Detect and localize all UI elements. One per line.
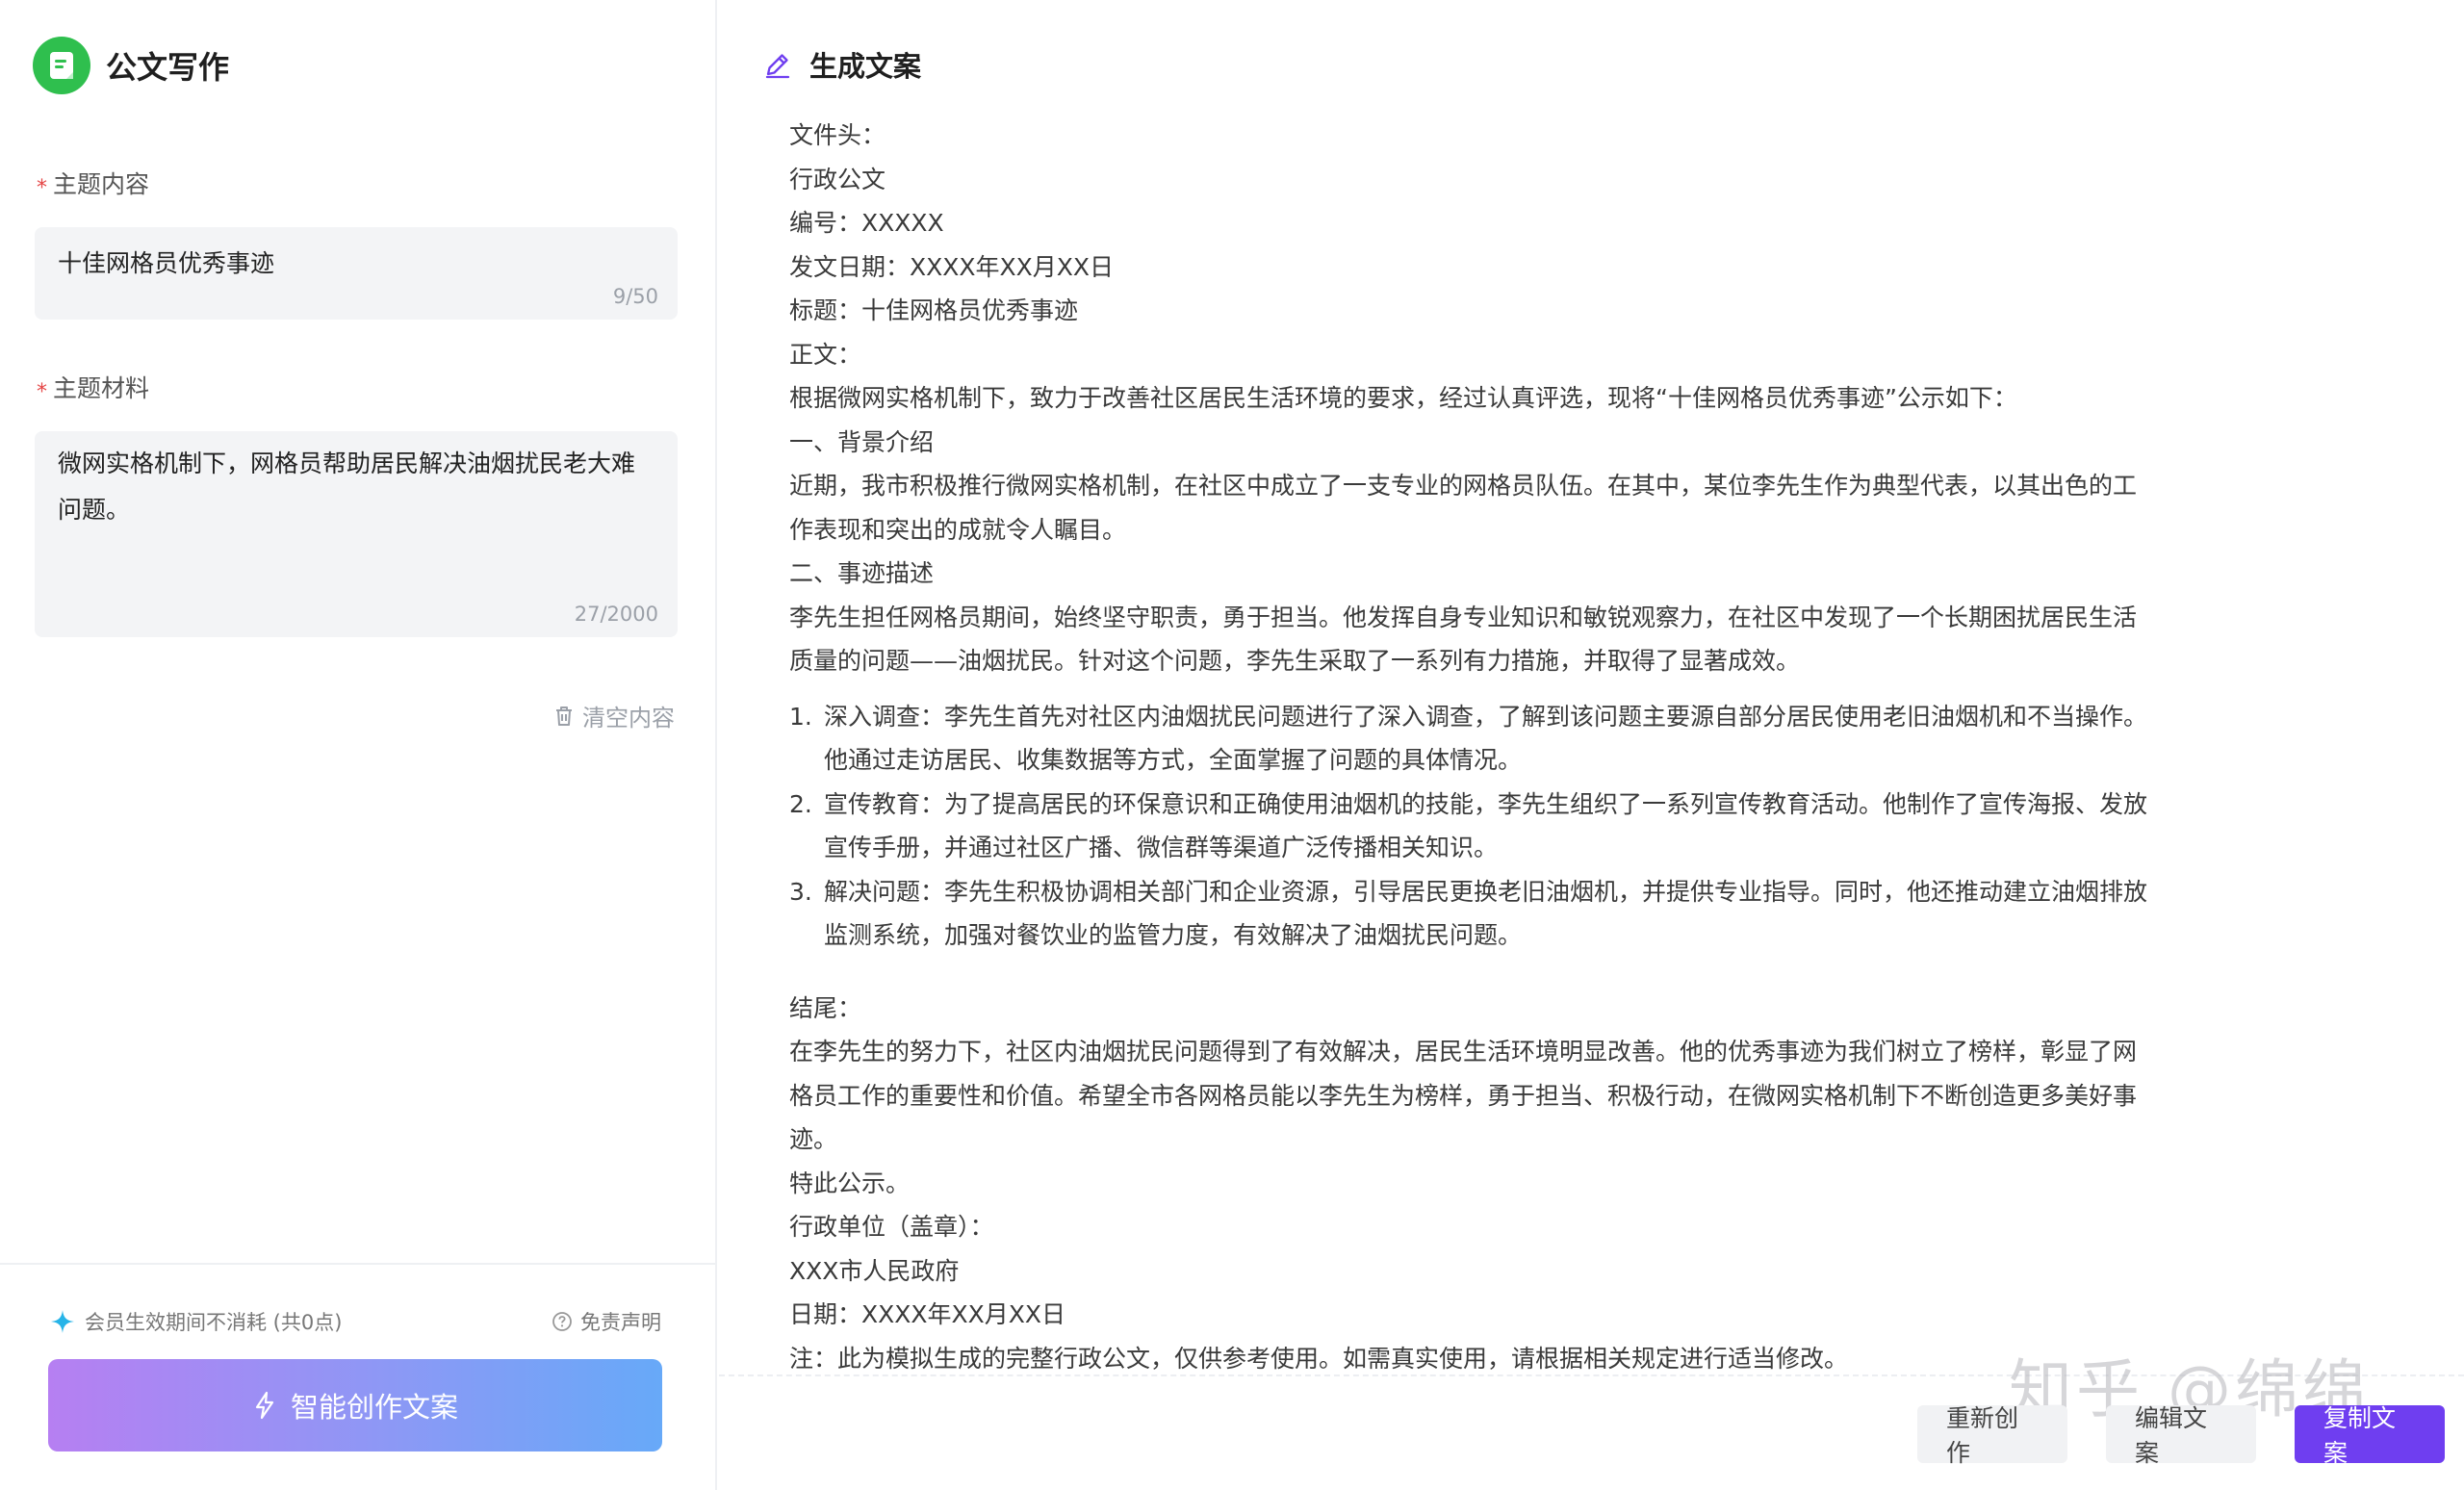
topic-input-value[interactable]: 十佳网格员优秀事迹 [58, 241, 651, 287]
list-text: 宣传教育：为了提高居民的环保意识和正确使用油烟机的技能，李先生组织了一系列宣传教… [824, 789, 2148, 862]
disclaimer-text: 免责声明 [580, 1311, 661, 1334]
doc-line: 特此公示。 [789, 1169, 911, 1197]
topic-input[interactable]: 十佳网格员优秀事迹 9/50 [35, 227, 678, 320]
sparkle-icon [51, 1310, 74, 1333]
material-textarea-value[interactable]: 微网实格机制下，网格员帮助居民解决油烟扰民老大难问题。 [58, 441, 651, 533]
doc-line: 正文： [789, 340, 862, 369]
material-label: * 主题材料 [37, 370, 149, 404]
member-note: 会员生效期间不消耗 (共0点) [50, 1307, 342, 1336]
doc-line: 文件头： [789, 121, 886, 149]
recreate-button[interactable]: 重新创作 [1917, 1404, 2067, 1467]
document-app-icon [33, 37, 90, 94]
divider [0, 1263, 717, 1265]
list-item: 2. 宣传教育：为了提高居民的环保意识和正确使用油烟机的技能，李先生组织了一系列宣… [789, 783, 2156, 870]
output-panel: 生成文案 文件头： 行政公文 编号：XXXXX 发文日期：XXXX年XX月XX日… [719, 0, 2464, 1490]
doc-line: 行政单位（盖章）： [789, 1213, 994, 1241]
list-item: 3. 解决问题：李先生积极协调相关部门和企业资源，引导居民更换老旧油烟机，并提供专… [789, 870, 2156, 958]
required-asterisk: * [37, 380, 47, 404]
doc-line: 近期，我市积极推行微网实格机制，在社区中成立了一支专业的网格员队伍。在其中，某位… [789, 472, 2138, 544]
doc-line: 根据微网实格机制下，致力于改善社区居民生活环境的要求，经过认真评选，现将“十佳网… [789, 384, 2017, 412]
generated-header: 生成文案 [763, 44, 926, 85]
disclaimer-link[interactable]: 免责声明 [552, 1307, 661, 1336]
lightning-icon [255, 1391, 274, 1420]
copy-text-button[interactable]: 复制文案 [2295, 1404, 2445, 1467]
topic-label-text: 主题内容 [53, 170, 150, 198]
list-item: 1. 深入调查：李先生首先对社区内油烟扰民问题进行了深入调查，了解到该问题主要源自… [789, 695, 2156, 783]
doc-line: 李先生担任网格员期间，始终坚守职责，勇于担当。他发挥自身专业知识和敏锐观察力，在… [789, 603, 2138, 676]
doc-line: 日期：XXXX年XX月XX日 [789, 1300, 1066, 1328]
app-brand: 公文写作 [33, 37, 229, 94]
list-number: 3. [789, 877, 812, 906]
doc-line: 二、事迹描述 [789, 559, 935, 587]
doc-line: 结尾： [789, 993, 862, 1022]
list-number: 1. [789, 702, 812, 731]
doc-line: 一、背景介绍 [789, 427, 935, 456]
doc-line: 发文日期：XXXX年XX月XX日 [789, 252, 1115, 281]
smart-create-label: 智能创作文案 [290, 1391, 458, 1424]
material-char-counter: 27/2000 [574, 603, 658, 626]
member-info-row: 会员生效期间不消耗 (共0点) 免责声明 [50, 1307, 661, 1336]
help-circle-icon [552, 1312, 572, 1331]
doc-line: 编号：XXXXX [789, 209, 944, 237]
doc-line: 在李先生的努力下，社区内油烟扰民问题得到了有效解决，居民生活环境明显改善。他的优… [789, 1038, 2138, 1153]
app-title: 公文写作 [106, 49, 230, 86]
doc-line: 标题：十佳网格员优秀事迹 [789, 296, 1079, 324]
list-text: 深入调查：李先生首先对社区内油烟扰民问题进行了深入调查，了解到该问题主要源自部分… [824, 702, 2148, 775]
topic-char-counter: 9/50 [612, 285, 658, 308]
list-text: 解决问题：李先生积极协调相关部门和企业资源，引导居民更换老旧油烟机，并提供专业指… [824, 877, 2148, 950]
action-bar: 重新创作 编辑文案 复制文案 [1917, 1404, 2445, 1467]
measures-list: 1. 深入调查：李先生首先对社区内油烟扰民问题进行了深入调查，了解到该问题主要源自… [789, 695, 2156, 958]
required-asterisk: * [37, 176, 47, 200]
generated-document: 文件头： 行政公文 编号：XXXXX 发文日期：XXXX年XX月XX日 标题：十… [789, 114, 2156, 1380]
member-note-text: 会员生效期间不消耗 (共0点) [85, 1311, 343, 1334]
clear-content-label: 清空内容 [582, 705, 675, 732]
material-label-text: 主题材料 [53, 374, 150, 402]
doc-line: 行政公文 [789, 165, 886, 193]
pencil-icon [765, 54, 790, 79]
list-number: 2. [789, 789, 812, 818]
doc-line: XXX市人民政府 [789, 1256, 960, 1285]
edit-copy-button[interactable]: 编辑文案 [2106, 1404, 2256, 1467]
material-textarea[interactable]: 微网实格机制下，网格员帮助居民解决油烟扰民老大难问题。 27/2000 [35, 431, 678, 637]
trash-icon [556, 706, 572, 726]
topic-label: * 主题内容 [37, 166, 149, 200]
clear-content-button[interactable]: 清空内容 [553, 699, 675, 732]
generated-title: 生成文案 [807, 44, 926, 85]
input-panel: 公文写作 * 主题内容 十佳网格员优秀事迹 9/50 * 主题材料 微网实格机制下，… [0, 0, 717, 1490]
smart-create-button[interactable]: 智能创作文案 [48, 1359, 662, 1451]
